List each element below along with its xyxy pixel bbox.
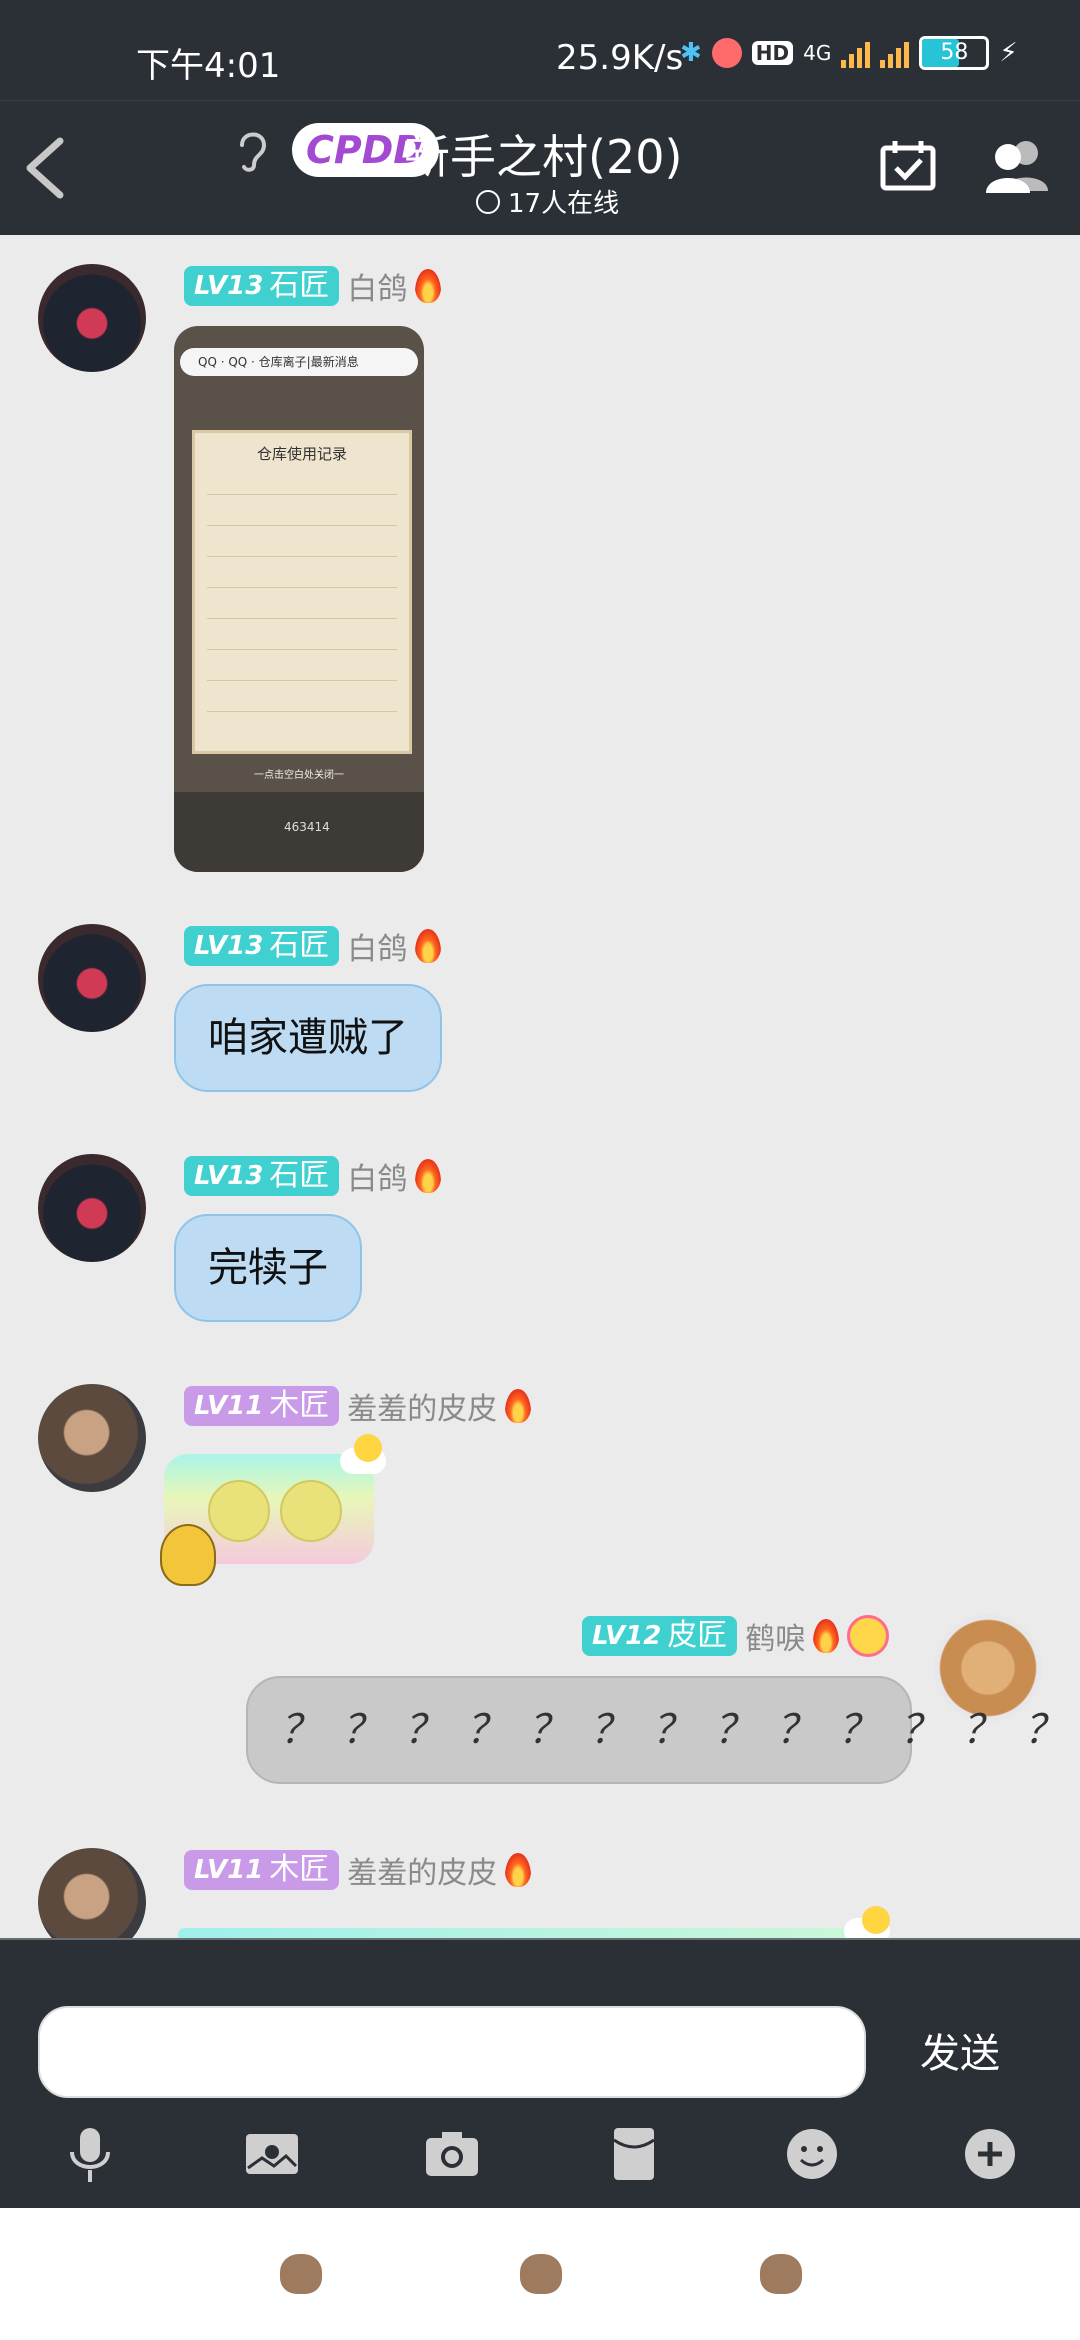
system-navigation-bar <box>0 2208 1080 2340</box>
level-badge: LV11 木匠 <box>184 1850 340 1890</box>
battery-icon: 58 <box>919 36 990 70</box>
status-time: 下午4:01 <box>136 46 281 86</box>
sender-name: 白鸽 <box>347 272 408 307</box>
mascot-sticker-icon <box>160 1524 216 1586</box>
sun-icon <box>354 1434 382 1462</box>
camera-icon[interactable] <box>422 2124 482 2184</box>
alarm-icon <box>711 38 742 68</box>
sun-icon <box>862 1906 890 1934</box>
sender-meta: LV13 石匠 白鸽 <box>184 1154 442 1198</box>
sticker-message[interactable] <box>178 1928 858 1938</box>
face-emoji-icon <box>208 1480 270 1542</box>
image-message[interactable]: QQ · QQ · 仓库离子|最新消息 仓库使用记录 一点击空白处关闭一 463… <box>174 326 424 872</box>
sender-meta: LV13 石匠 白鸽 <box>184 924 442 968</box>
emoji-badge-icon <box>847 1615 890 1657</box>
sender-meta: LV13 石匠 白鸽 <box>184 264 442 308</box>
network-type: 4G <box>803 41 832 65</box>
composer: 发送 <box>0 1938 1080 2102</box>
avatar[interactable] <box>38 924 146 1032</box>
group-members-icon[interactable] <box>984 137 1050 193</box>
calendar-check-icon[interactable] <box>880 139 936 191</box>
message-bubble[interactable]: ？？？？？？？？？？？？？ <box>246 1676 1064 1784</box>
avatar[interactable] <box>38 264 146 372</box>
microphone-icon[interactable] <box>60 2124 120 2184</box>
sender-name: 白鸽 <box>347 1162 408 1197</box>
status-icons: ✱ HD 4G 58 ⚡ <box>680 36 1018 70</box>
status-net-speed: 25.9K/s <box>556 38 684 78</box>
image-icon[interactable] <box>242 2124 302 2184</box>
send-button[interactable]: 发送 <box>900 2024 1020 2084</box>
sender-name: 鹤唳 <box>745 1622 806 1657</box>
chat-message-list[interactable]: LV13 石匠 白鸽 QQ · QQ · 仓库离子|最新消息 仓库使用记录 一点… <box>0 234 1080 1938</box>
message-bubble[interactable]: 咱家遭贼了 <box>174 984 442 1092</box>
level-badge: LV11 木匠 <box>184 1386 340 1426</box>
level-badge: LV12 皮匠 <box>582 1616 738 1656</box>
message-bubble[interactable]: 完犊子 <box>174 1214 362 1322</box>
status-bar: 下午4:01 25.9K/s ✱ HD 4G 58 ⚡ <box>0 0 1080 100</box>
flame-icon <box>505 1853 532 1887</box>
image-search-bar: QQ · QQ · 仓库离子|最新消息 <box>180 348 418 376</box>
avatar[interactable] <box>38 1848 146 1938</box>
signal-icon <box>841 38 871 68</box>
face-emoji-icon <box>280 1480 342 1542</box>
sender-name: 白鸽 <box>347 932 408 967</box>
nav-menu-icon[interactable] <box>280 2254 322 2294</box>
sender-meta: LV11 木匠 羞羞的皮皮 <box>184 1848 532 1892</box>
image-footer-text: 一点击空白处关闭一 <box>254 770 344 781</box>
image-card: 仓库使用记录 <box>192 430 412 754</box>
ear-icon[interactable] <box>232 125 272 175</box>
flame-icon <box>415 1159 442 1193</box>
sender-name: 羞羞的皮皮 <box>347 1392 498 1427</box>
flame-icon <box>813 1619 840 1653</box>
avatar[interactable] <box>38 1384 146 1492</box>
sender-name: 羞羞的皮皮 <box>347 1856 498 1891</box>
sender-meta: LV11 木匠 羞羞的皮皮 <box>184 1384 532 1428</box>
group-title[interactable]: 新手之村(20) <box>404 121 682 187</box>
level-badge: LV13 石匠 <box>184 926 340 966</box>
avatar[interactable] <box>38 1154 146 1262</box>
plus-icon[interactable] <box>960 2124 1020 2184</box>
chat-header: CPDD 新手之村(20) 17人在线 <box>0 100 1080 235</box>
image-code: 463414 <box>284 820 330 834</box>
flame-icon <box>415 269 442 303</box>
image-bottom-bar: 463414 <box>174 792 424 872</box>
emoji-icon[interactable] <box>782 2124 842 2184</box>
charging-icon: ⚡ <box>999 38 1018 68</box>
level-badge: LV13 石匠 <box>184 1156 340 1196</box>
battery-level: 58 <box>940 40 969 65</box>
image-card-title: 仓库使用记录 <box>256 445 347 463</box>
nav-home-icon[interactable] <box>520 2254 562 2294</box>
message-input[interactable] <box>38 2006 866 2098</box>
signal-icon-2 <box>880 38 910 68</box>
composer-toolbar <box>0 2100 1080 2208</box>
sender-meta: LV12 皮匠 鹤唳 <box>582 1614 890 1658</box>
avatar[interactable] <box>934 1614 1042 1722</box>
back-arrow-icon[interactable] <box>16 131 76 205</box>
online-status: 17人在线 <box>476 183 619 220</box>
hd-badge: HD <box>751 41 794 65</box>
bluetooth-icon: ✱ <box>680 38 702 68</box>
flame-icon <box>415 929 442 963</box>
online-check-icon <box>476 189 500 214</box>
level-badge: LV13 石匠 <box>184 266 340 306</box>
online-count: 17人在线 <box>508 189 620 219</box>
red-packet-icon[interactable] <box>604 2124 664 2184</box>
flame-icon <box>505 1389 532 1423</box>
nav-back-icon[interactable] <box>760 2254 802 2294</box>
